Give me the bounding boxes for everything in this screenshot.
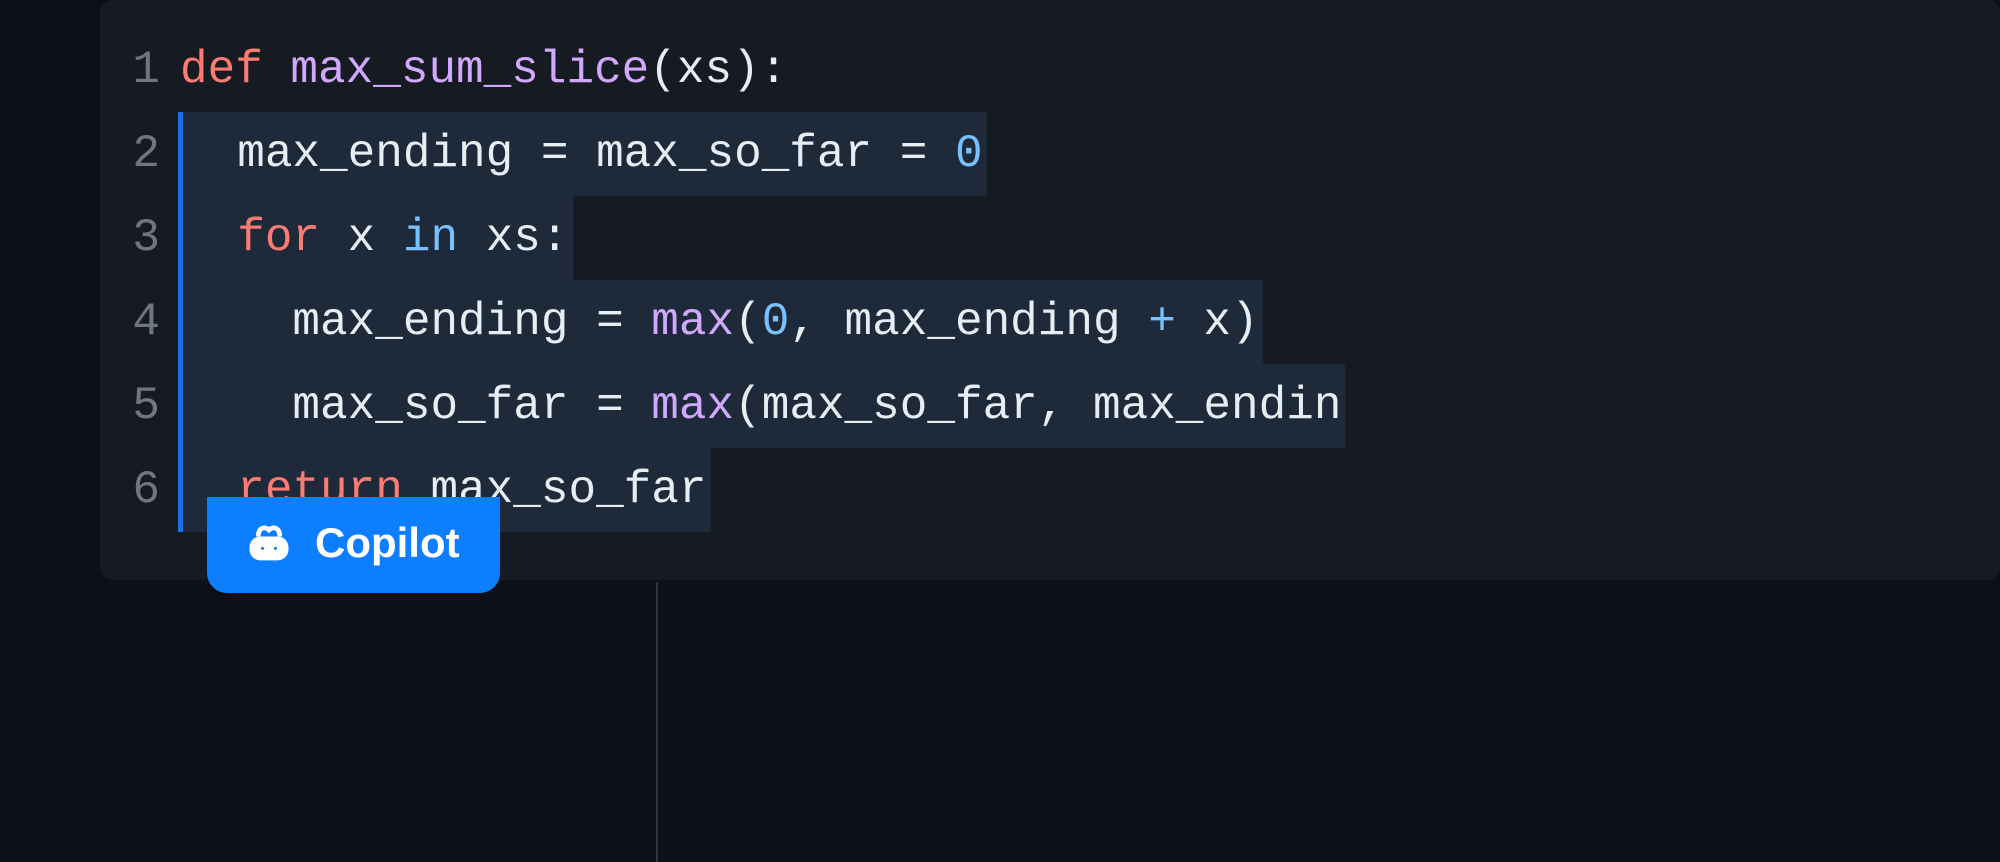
code-line[interactable]: 5 max_so_far = max(max_so_far, max_endin [100,364,2000,448]
token: ( [734,296,762,348]
code-editor[interactable]: 1def max_sum_slice(xs):2 max_ending = ma… [100,0,2000,580]
line-number: 5 [100,380,180,432]
token: (max_so_far, max_endin [734,380,1341,432]
token: , max_ending [789,296,1148,348]
vertical-divider [656,582,658,862]
token [182,212,237,264]
token: max [651,380,734,432]
code-content[interactable]: max_ending = max(0, max_ending + x) [180,280,1263,364]
code-line[interactable]: 3 for x in xs: [100,196,2000,280]
token: 0 [762,296,790,348]
code-content[interactable]: max_so_far = max(max_so_far, max_endin [180,364,1345,448]
suggestion-bg: max_so_far = max(max_so_far, max_endin [182,364,1345,448]
suggestion-bg: max_ending = max(0, max_ending + x) [182,280,1263,364]
token: def [180,44,290,96]
token: = [900,128,928,180]
token: in [403,212,458,264]
line-number: 3 [100,212,180,264]
token: max [651,296,734,348]
line-number: 4 [100,296,180,348]
copilot-icon [243,517,295,569]
token: 0 [955,128,983,180]
token [927,128,955,180]
copilot-label: Copilot [315,519,460,567]
token: + [1148,296,1176,348]
code-content[interactable]: def max_sum_slice(xs): [180,28,787,112]
token: max_so_far [182,380,596,432]
line-number: 2 [100,128,180,180]
suggestion-marker [178,112,183,196]
code-line[interactable]: 1def max_sum_slice(xs): [100,28,2000,112]
outer-gutter [0,0,100,861]
token: xs: [458,212,568,264]
token [624,296,652,348]
token: max_sum_slice [290,44,649,96]
code-line[interactable]: 4 max_ending = max(0, max_ending + x) [100,280,2000,364]
line-number: 6 [100,464,180,516]
token: max_ending [182,296,596,348]
suggestion-marker [178,448,183,532]
token: max_ending [182,128,541,180]
code-content[interactable]: max_ending = max_so_far = 0 [180,112,987,196]
token: = [596,380,624,432]
token: max_so_far [568,128,899,180]
token: x [320,212,403,264]
line-number: 1 [100,44,180,96]
token: for [237,212,320,264]
suggestion-bg: max_ending = max_so_far = 0 [182,112,987,196]
suggestion-bg: for x in xs: [182,196,573,280]
copilot-badge[interactable]: Copilot [207,497,500,593]
token [624,380,652,432]
token: (xs): [649,44,787,96]
suggestion-marker [178,364,183,448]
suggestion-marker [178,280,183,364]
token: x) [1176,296,1259,348]
token: = [541,128,569,180]
code-content[interactable]: for x in xs: [180,196,573,280]
token: = [596,296,624,348]
code-line[interactable]: 2 max_ending = max_so_far = 0 [100,112,2000,196]
code-area[interactable]: 1def max_sum_slice(xs):2 max_ending = ma… [100,0,2000,532]
suggestion-marker [178,196,183,280]
